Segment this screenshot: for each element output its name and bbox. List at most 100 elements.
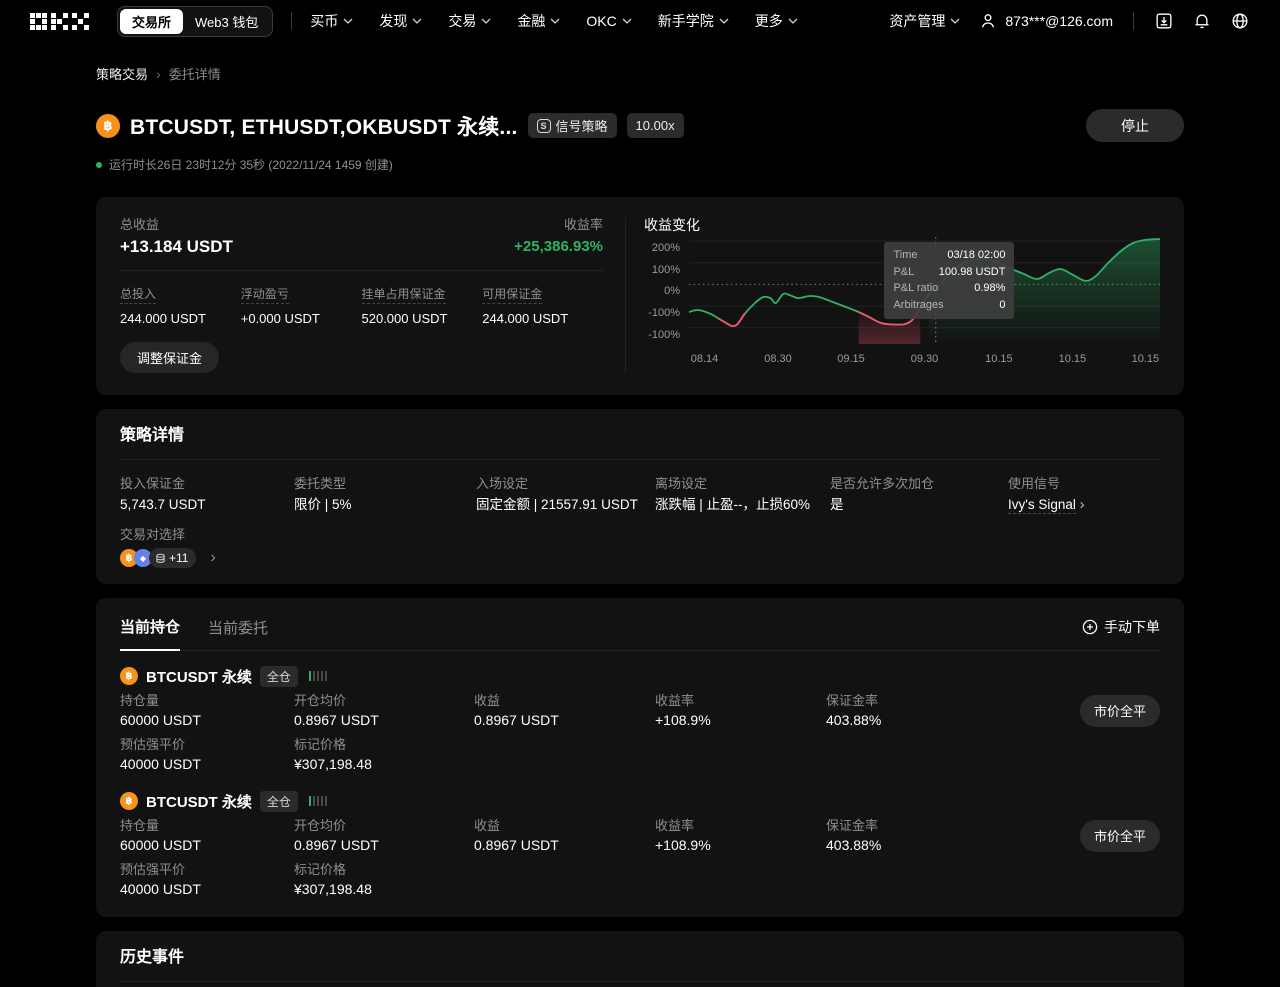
main-menu: 买币 发现 交易 金融 OKC 新手学院 更多 <box>310 11 797 31</box>
chevron-down-icon <box>622 18 632 24</box>
product-toggle: 交易所 Web3 钱包 <box>117 6 273 37</box>
cell-entry-price: 开仓均价 0.8967 USDT <box>294 818 474 853</box>
nav-item-label: 新手学院 <box>658 11 714 31</box>
stat-floating-pnl: 浮动盈亏 +0.000 USDT <box>241 285 362 326</box>
chevron-down-icon <box>343 18 353 24</box>
divider <box>120 981 1160 982</box>
toggle-web3-wallet[interactable]: Web3 钱包 <box>183 9 270 34</box>
cell-pnl-ratio: 收益率 +108.9% <box>655 693 826 728</box>
stat-value: 520.000 USDT <box>362 311 483 326</box>
tooltip-label: Time <box>893 249 917 262</box>
stop-button[interactable]: 停止 <box>1086 109 1184 142</box>
stat-label: 可用保证金 <box>482 288 542 304</box>
cell-value: ¥307,198.48 <box>294 881 474 897</box>
globe-icon[interactable] <box>1230 11 1250 31</box>
download-app-icon[interactable] <box>1154 11 1174 31</box>
breadcrumb-strategy-trading[interactable]: 策略交易 <box>96 64 148 83</box>
x-tick: 09.30 <box>911 353 939 365</box>
cell-value: 403.88% <box>826 712 1064 728</box>
cell-pnl: 收益 0.8967 USDT <box>474 693 655 728</box>
x-tick: 08.30 <box>764 353 792 365</box>
nav-item-discover[interactable]: 发现 <box>379 11 422 31</box>
field-label: 离场设定 <box>655 476 830 491</box>
nav-item-label: 交易 <box>448 11 476 31</box>
cell-position-size: 持仓量 60000 USDT <box>120 818 294 853</box>
nav-item-buy-crypto[interactable]: 买币 <box>310 11 353 31</box>
position-card: ฿ BTCUSDT 永续 全仓 持仓量 60000 USDT 开仓均价 0.89… <box>120 667 1160 772</box>
stat-value: +0.000 USDT <box>241 311 362 326</box>
cell-value: 0.8967 USDT <box>294 712 474 728</box>
pnl-chart: 收益变化 200% 100% 0% -100% -100% Time03/18 … <box>626 217 1160 373</box>
field-signal: 使用信号 Ivy's Signal › <box>1008 476 1160 513</box>
adjust-margin-button[interactable]: 调整保证金 <box>120 342 219 373</box>
x-tick: 10.15 <box>1132 353 1160 365</box>
signal-strategy-badge: S 信号策略 <box>528 113 617 138</box>
chart-title: 收益变化 <box>644 217 1160 233</box>
cell-value: 403.88% <box>826 837 1064 853</box>
account-menu[interactable]: 873***@126.com <box>978 11 1113 31</box>
field-allow-multiple-entries: 是否允许多次加仓 是 <box>830 476 1008 513</box>
tooltip-label: P&L ratio <box>893 282 938 295</box>
cell-value: +108.9% <box>655 712 826 728</box>
close-position-button[interactable]: 市价全平 <box>1080 820 1160 852</box>
nav-item-label: 金融 <box>517 11 545 31</box>
overview-panel: 总收益 收益率 +13.184 USDT +25,386.93% 总投入 244… <box>96 197 1184 395</box>
chart-plot[interactable]: Time03/18 02:00 P&L100.98 USDT P&L ratio… <box>689 237 1160 344</box>
signal-link[interactable]: Ivy's Signal › <box>1008 497 1160 513</box>
pnl-ratio-value: +25,386.93% <box>514 238 603 257</box>
stat-available-margin: 可用保证金 244.000 USDT <box>482 285 603 326</box>
cell-entry-price: 开仓均价 0.8967 USDT <box>294 693 474 728</box>
nav-item-label: 发现 <box>379 11 407 31</box>
field-order-type: 委托类型 限价 | 5% <box>294 476 476 513</box>
cell-value: 60000 USDT <box>120 837 294 853</box>
field-value: 5,743.7 USDT <box>120 497 294 513</box>
toggle-exchange[interactable]: 交易所 <box>120 9 183 34</box>
more-pairs-pill[interactable]: +11 <box>149 548 196 568</box>
x-tick: 10.15 <box>985 353 1013 365</box>
cell-label: 收益率 <box>655 693 826 708</box>
chevron-right-icon[interactable]: › <box>210 549 215 567</box>
signal-badge-icon: S <box>537 119 551 133</box>
runtime-row: 运行时长26日 23时12分 35秒 (2022/11/24 1459 创建) <box>96 156 1184 173</box>
okx-logo[interactable] <box>30 13 89 30</box>
coin-stack-icon <box>155 553 166 564</box>
nav-item-academy[interactable]: 新手学院 <box>658 11 729 31</box>
tab-current-positions[interactable]: 当前持仓 <box>120 616 180 651</box>
bell-icon[interactable] <box>1192 11 1212 31</box>
y-tick: -100% <box>648 308 680 319</box>
cell-value: 0.8967 USDT <box>474 837 655 853</box>
nav-item-finance[interactable]: 金融 <box>517 11 560 31</box>
total-pnl-label: 总收益 <box>120 217 159 232</box>
chevron-down-icon <box>550 18 560 24</box>
nav-item-okc[interactable]: OKC <box>586 13 631 29</box>
signal-link-text[interactable]: Ivy's Signal <box>1008 497 1076 514</box>
field-value: 限价 | 5% <box>294 497 476 513</box>
cell-mark-price: 标记价格 ¥307,198.48 <box>294 737 474 772</box>
cell-margin-ratio: 保证金率 403.88% <box>826 693 1064 728</box>
btc-icon: ฿ <box>96 114 120 138</box>
page-title: BTCUSDT, ETHUSDT,OKBUSDT 永续... <box>130 111 518 141</box>
cell-label: 预估强平价 <box>120 862 294 877</box>
cell-label: 收益 <box>474 693 655 708</box>
leverage-badge: 10.00x <box>627 113 684 138</box>
cell-label: 开仓均价 <box>294 693 474 708</box>
nav-item-more[interactable]: 更多 <box>755 11 798 31</box>
nav-item-trade[interactable]: 交易 <box>448 11 491 31</box>
overview-stats: 总投入 244.000 USDT 浮动盈亏 +0.000 USDT 挂单占用保证… <box>120 285 603 326</box>
position-symbol: BTCUSDT 永续 <box>146 666 252 687</box>
tooltip-value: 0.98% <box>974 282 1005 295</box>
field-value: 是 <box>830 497 1008 513</box>
cell-value: ¥307,198.48 <box>294 756 474 772</box>
tab-current-orders[interactable]: 当前委托 <box>208 617 268 650</box>
stat-label: 总投入 <box>120 288 156 304</box>
total-pnl-value: +13.184 USDT <box>120 237 233 257</box>
manual-order-button[interactable]: 手动下单 <box>1082 617 1160 649</box>
nav-item-label: 买币 <box>310 11 338 31</box>
cell-mark-price: 标记价格 ¥307,198.48 <box>294 862 474 897</box>
close-position-button[interactable]: 市价全平 <box>1080 695 1160 727</box>
nav-item-assets[interactable]: 资产管理 <box>889 11 960 31</box>
cell-label: 持仓量 <box>120 693 294 708</box>
field-entry-setting: 入场设定 固定金额 | 21557.91 USDT <box>476 476 655 513</box>
stat-value: 244.000 USDT <box>120 311 241 326</box>
history-title: 历史事件 <box>120 949 1160 967</box>
